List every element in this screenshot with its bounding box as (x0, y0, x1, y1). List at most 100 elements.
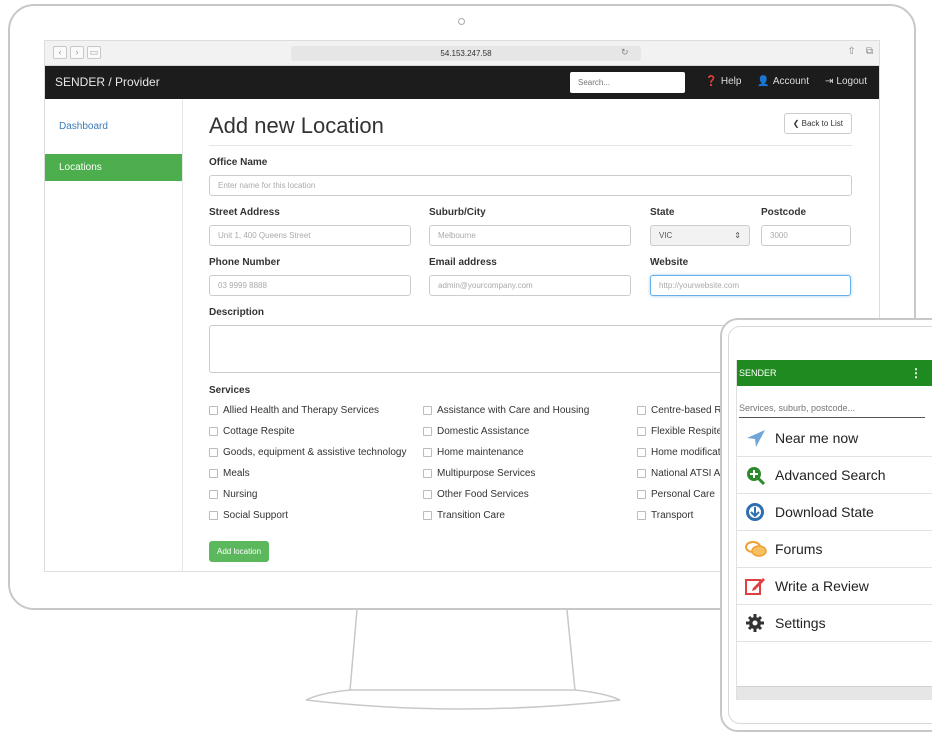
service-label: Multipurpose Services (437, 468, 536, 479)
service-label: Home maintenance (437, 447, 524, 458)
sidebar-item-dashboard[interactable]: Dashboard (45, 113, 182, 140)
menu-item-write-review[interactable]: Write a Review (737, 568, 932, 605)
gear-icon (746, 614, 764, 632)
service-option[interactable]: Cottage Respite (209, 426, 295, 437)
service-checkbox[interactable] (637, 511, 646, 520)
service-label: Flexible Respite (651, 426, 723, 437)
email-input[interactable]: admin@yourcompany.com (429, 275, 631, 296)
service-label: Transport (651, 510, 694, 521)
menu-item-forums[interactable]: Forums (737, 531, 932, 568)
service-checkbox[interactable] (423, 469, 432, 478)
logout-icon: ⇥ (825, 76, 834, 87)
search-input[interactable] (570, 72, 685, 93)
state-select[interactable]: VIC ⇕ (650, 225, 750, 246)
back-to-list-button[interactable]: ❮ Back to List (783, 113, 852, 134)
website-input[interactable]: http://yourwebsite.com (650, 275, 851, 296)
service-label: Meals (223, 468, 250, 479)
edit-icon (745, 578, 765, 595)
service-option[interactable]: Meals (209, 468, 250, 479)
service-option[interactable]: National ATSI Ag (637, 468, 726, 479)
sidebar-item-locations[interactable]: Locations (45, 154, 182, 181)
service-option[interactable]: Transport (637, 510, 693, 521)
service-checkbox[interactable] (423, 511, 432, 520)
service-label: Personal Care (651, 489, 715, 500)
service-option[interactable]: Nursing (209, 489, 257, 500)
brand-logo[interactable]: SENDER / Provider (55, 75, 160, 89)
service-option[interactable]: Centre-based Re (637, 405, 727, 416)
service-option[interactable]: Personal Care (637, 489, 715, 500)
service-label: Domestic Assistance (437, 426, 530, 437)
service-label: Nursing (223, 489, 258, 500)
suburb-input[interactable]: Melbourne (429, 225, 631, 246)
top-navbar: SENDER / Provider ❓Help 👤Account ⇥Logout (45, 66, 879, 99)
service-checkbox[interactable] (637, 406, 646, 415)
address-bar[interactable]: 54.153.247.58 (291, 46, 641, 61)
sidebar-toggle-icon[interactable]: ▭ (87, 46, 101, 59)
overflow-menu-icon[interactable]: ⋮ (910, 366, 922, 380)
service-checkbox[interactable] (637, 469, 646, 478)
service-option[interactable]: Home modificatio (637, 447, 728, 458)
question-circle-icon: ❓ (705, 76, 718, 87)
service-option[interactable]: Social Support (209, 510, 288, 521)
divider (209, 145, 852, 146)
service-checkbox[interactable] (209, 490, 218, 499)
description-label: Description (209, 307, 265, 318)
service-label: Transition Care (437, 510, 505, 521)
postcode-label: Postcode (761, 207, 807, 218)
menu-item-download-state[interactable]: Download State (737, 494, 932, 531)
state-label: State (650, 207, 675, 218)
service-checkbox[interactable] (209, 448, 218, 457)
menu-item-near-me[interactable]: Near me now (737, 420, 932, 457)
service-checkbox[interactable] (423, 490, 432, 499)
select-arrow-icon: ⇕ (734, 231, 741, 240)
chat-bubbles-icon (745, 541, 767, 557)
menu-item-settings[interactable]: Settings (737, 605, 932, 642)
service-option[interactable]: Assistance with Care and Housing (423, 405, 589, 416)
service-checkbox[interactable] (637, 490, 646, 499)
service-checkbox[interactable] (423, 406, 432, 415)
service-option[interactable]: Domestic Assistance (423, 426, 529, 437)
logout-link[interactable]: ⇥ Logout (825, 76, 867, 87)
search-plus-icon (747, 467, 766, 485)
service-label: Centre-based Re (651, 405, 728, 416)
service-checkbox[interactable] (209, 406, 218, 415)
office-name-input[interactable]: Enter name for this location (209, 175, 852, 196)
share-icon[interactable]: ⇧ (847, 46, 855, 57)
service-option[interactable]: Goods, equipment & assistive technology (209, 447, 406, 458)
navigation-arrow-icon (747, 430, 765, 447)
service-checkbox[interactable] (423, 448, 432, 457)
street-address-label: Street Address (209, 207, 280, 218)
service-checkbox[interactable] (423, 427, 432, 436)
sidebar: Dashboard Locations (45, 99, 183, 571)
menu-item-advanced-search[interactable]: Advanced Search (737, 457, 932, 494)
phone-search-input[interactable] (739, 398, 925, 418)
service-option[interactable]: Multipurpose Services (423, 468, 535, 479)
service-checkbox[interactable] (637, 427, 646, 436)
service-label: Other Food Services (437, 489, 529, 500)
street-address-input[interactable]: Unit 1, 400 Queens Street (209, 225, 411, 246)
phone-brand: SENDER (739, 368, 777, 378)
office-name-label: Office Name (209, 157, 268, 168)
back-arrow-icon[interactable]: ‹ (53, 46, 67, 59)
service-option[interactable]: Allied Health and Therapy Services (209, 405, 379, 416)
postcode-input[interactable]: 3000 (761, 225, 851, 246)
service-option[interactable]: Transition Care (423, 510, 505, 521)
tabs-icon[interactable]: ⧉ (866, 46, 873, 57)
forward-arrow-icon[interactable]: › (70, 46, 84, 59)
service-label: National ATSI Ag (651, 468, 726, 479)
service-option[interactable]: Other Food Services (423, 489, 529, 500)
service-checkbox[interactable] (209, 427, 218, 436)
email-label: Email address (429, 257, 497, 268)
service-checkbox[interactable] (209, 469, 218, 478)
phone-input[interactable]: 03 9999 8888 (209, 275, 411, 296)
add-location-button[interactable]: Add location (209, 541, 270, 562)
account-link[interactable]: 👤 Account (757, 76, 809, 87)
service-checkbox[interactable] (209, 511, 218, 520)
service-checkbox[interactable] (637, 448, 646, 457)
download-icon (746, 503, 764, 521)
help-link[interactable]: ❓ Help (705, 76, 741, 87)
reload-icon[interactable]: ↻ (621, 47, 629, 58)
service-option[interactable]: Flexible Respite (637, 426, 722, 437)
page-title: Add new Location (209, 113, 384, 138)
service-option[interactable]: Home maintenance (423, 447, 524, 458)
